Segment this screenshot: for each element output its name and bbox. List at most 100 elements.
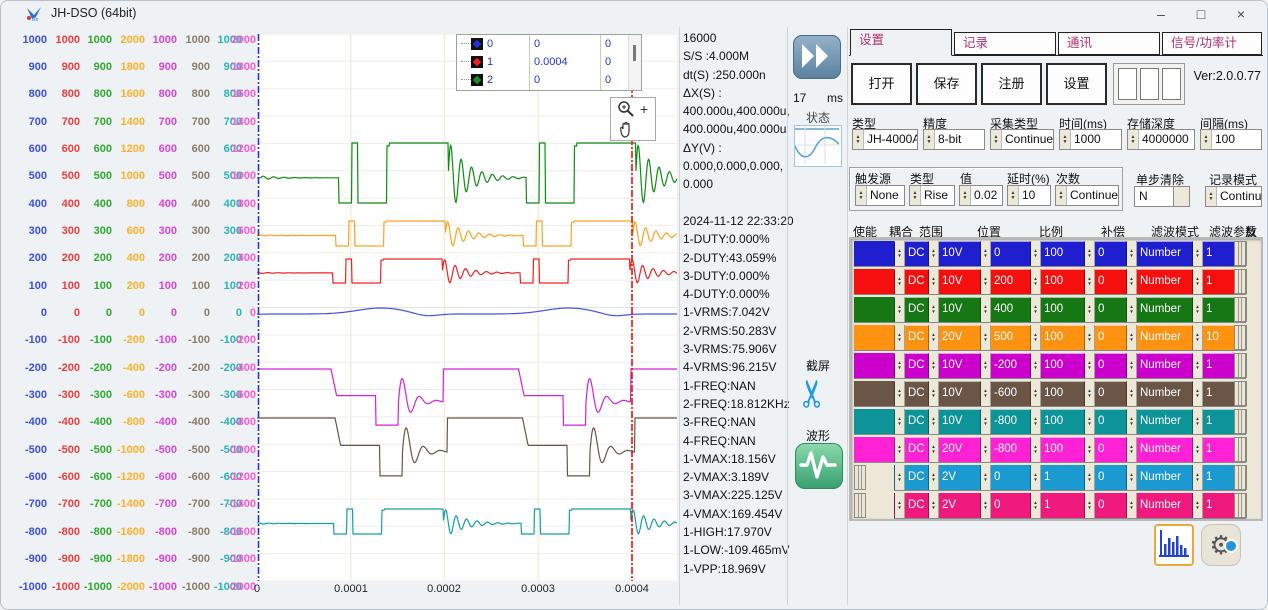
spinner-arrows[interactable]: ▲▼ [1085,297,1095,322]
record-mode-select[interactable]: ▲▼ Continue [1205,186,1262,207]
waveform-plot[interactable]: 00010.00040200300 + [257,34,677,581]
channel-enable-toggle[interactable] [854,493,866,518]
device-button[interactable]: ⚙ [1201,524,1241,566]
spinner-arrows[interactable]: ▲▼ [1127,241,1137,266]
channel-position-field[interactable]: ▲▼0 [980,493,1030,518]
channel-filter_param-field[interactable]: ▲▼1 [1192,269,1234,294]
legend-row[interactable]: 300 [457,89,641,91]
channel-coupling-field[interactable]: ▲▼DC [894,269,928,294]
spinner-arrows[interactable]: ▲▼ [1201,130,1212,149]
channel-filter_param-field[interactable]: ▲▼1 [1192,297,1234,322]
type-select[interactable]: ▲▼JH-4000A [852,129,918,150]
spinner-arrows[interactable]: ▲▼ [1193,493,1203,518]
spinner-arrows[interactable]: ▲▼ [1193,297,1203,322]
spinner-arrows[interactable]: ▲▼ [1085,381,1095,406]
spinner-arrows[interactable]: ▲▼ [1193,409,1203,434]
channel-invert-toggle[interactable] [1234,269,1246,294]
spinner-arrows[interactable]: ▲▼ [910,186,921,205]
spinner-arrows[interactable]: ▲▼ [981,353,991,378]
spinner-arrows[interactable]: ▲▼ [929,269,939,294]
spinner-arrows[interactable]: ▲▼ [981,297,991,322]
channel-filter_mode-field[interactable]: ▲▼Number [1126,381,1192,406]
spinner-arrows[interactable]: ▲▼ [924,130,935,149]
spinner-arrows[interactable]: ▲▼ [1085,269,1095,294]
waveform-button[interactable] [795,443,843,489]
spinner-arrows[interactable]: ▲▼ [1085,353,1095,378]
channel-range-field[interactable]: ▲▼10V [928,381,980,406]
channel-comp-field[interactable]: ▲▼0 [1084,493,1126,518]
channel-ratio-field[interactable]: ▲▼1 [1030,465,1084,490]
channel-position-field[interactable]: ▲▼200 [980,269,1030,294]
channel-ratio-field[interactable]: ▲▼100 [1030,437,1084,462]
spinner-arrows[interactable]: ▲▼ [1031,381,1041,406]
spinner-arrows[interactable]: ▲▼ [1031,437,1041,462]
spinner-arrows[interactable]: ▲▼ [895,493,905,518]
spinner-arrows[interactable]: ▲▼ [895,437,905,462]
channel-range-field[interactable]: ▲▼20V [928,437,980,462]
channel-filter_param-field[interactable]: ▲▼10 [1192,325,1234,350]
channel-filter_param-field[interactable]: ▲▼1 [1192,493,1234,518]
channel-filter_mode-field[interactable]: ▲▼Number [1126,297,1192,322]
channel-coupling-field[interactable]: ▲▼DC [894,297,928,322]
spinner-arrows[interactable]: ▲▼ [1008,186,1019,205]
tab-signal-power[interactable]: 信号/功率计 [1162,32,1262,55]
trigger-source-select[interactable]: ▲▼None [855,185,905,206]
spinner-arrows[interactable]: ▲▼ [1085,409,1095,434]
channel-ratio-field[interactable]: ▲▼100 [1030,241,1084,266]
channel-comp-field[interactable]: ▲▼0 [1084,381,1126,406]
spinner-arrows[interactable]: ▲▼ [1127,409,1137,434]
spinner-arrows[interactable]: ▲▼ [981,409,991,434]
spinner-arrows[interactable]: ▲▼ [1031,465,1041,490]
channel-position-field[interactable]: ▲▼-800 [980,437,1030,462]
channel-range-field[interactable]: ▲▼10V [928,241,980,266]
spinner-arrows[interactable]: ▲▼ [1085,465,1095,490]
channel-range-field[interactable]: ▲▼2V [928,493,980,518]
single-clear-field[interactable]: N [1134,186,1192,207]
channel-range-field[interactable]: ▲▼10V [928,409,980,434]
spinner-arrows[interactable]: ▲▼ [1206,187,1217,206]
channel-position-field[interactable]: ▲▼400 [980,297,1030,322]
spinner-arrows[interactable]: ▲▼ [1193,437,1203,462]
spinner-arrows[interactable]: ▲▼ [981,325,991,350]
spinner-arrows[interactable]: ▲▼ [1193,269,1203,294]
spinner-arrows[interactable]: ▲▼ [1085,325,1095,350]
spinner-arrows[interactable]: ▲▼ [895,409,905,434]
legend-row[interactable]: 200 [457,71,641,89]
spinner-arrows[interactable]: ▲▼ [1056,186,1067,205]
spinner-arrows[interactable]: ▲▼ [1127,437,1137,462]
channel-ratio-field[interactable]: ▲▼100 [1030,353,1084,378]
spinner-arrows[interactable]: ▲▼ [1085,241,1095,266]
spinner-arrows[interactable]: ▲▼ [895,297,905,322]
tab-record[interactable]: 记录 [954,32,1056,55]
spinner-arrows[interactable]: ▲▼ [1085,437,1095,462]
spinner-arrows[interactable]: ▲▼ [960,186,971,205]
spinner-arrows[interactable]: ▲▼ [981,465,991,490]
channel-position-field[interactable]: ▲▼0 [980,241,1030,266]
channel-filter_mode-field[interactable]: ▲▼Number [1126,493,1192,518]
channel-position-field[interactable]: ▲▼0 [980,465,1030,490]
screenshot-scissors-icon[interactable]: ✂ [790,378,835,410]
channel-comp-field[interactable]: ▲▼0 [1084,437,1126,462]
channel-enable-cell[interactable] [854,409,894,434]
tab-settings[interactable]: 设置 [850,29,952,56]
channel-comp-field[interactable]: ▲▼0 [1084,465,1126,490]
channel-filter_mode-field[interactable]: ▲▼Number [1126,465,1192,490]
interval-input[interactable]: ▲▼100 [1200,129,1262,150]
spinner-arrows[interactable]: ▲▼ [1060,130,1071,149]
channel-position-field[interactable]: ▲▼500 [980,325,1030,350]
channel-range-field[interactable]: ▲▼2V [928,465,980,490]
channel-enable-toggle[interactable] [854,465,866,490]
acq-type-select[interactable]: ▲▼Continue [990,129,1054,150]
channel-filter_mode-field[interactable]: ▲▼Number [1126,353,1192,378]
channel-filter_mode-field[interactable]: ▲▼Number [1126,409,1192,434]
spinner-arrows[interactable]: ▲▼ [1193,241,1203,266]
channel-range-field[interactable]: ▲▼10V [928,269,980,294]
spinner-arrows[interactable]: ▲▼ [981,269,991,294]
spinner-arrows[interactable]: ▲▼ [929,353,939,378]
channel-coupling-field[interactable]: ▲▼DC [894,353,928,378]
zoom-tool-icon[interactable] [616,99,636,119]
channel-enable-cell[interactable] [854,325,894,350]
spinner-arrows[interactable]: ▲▼ [929,493,939,518]
channel-invert-toggle[interactable] [1234,409,1246,434]
spinner-arrows[interactable]: ▲▼ [853,130,864,149]
